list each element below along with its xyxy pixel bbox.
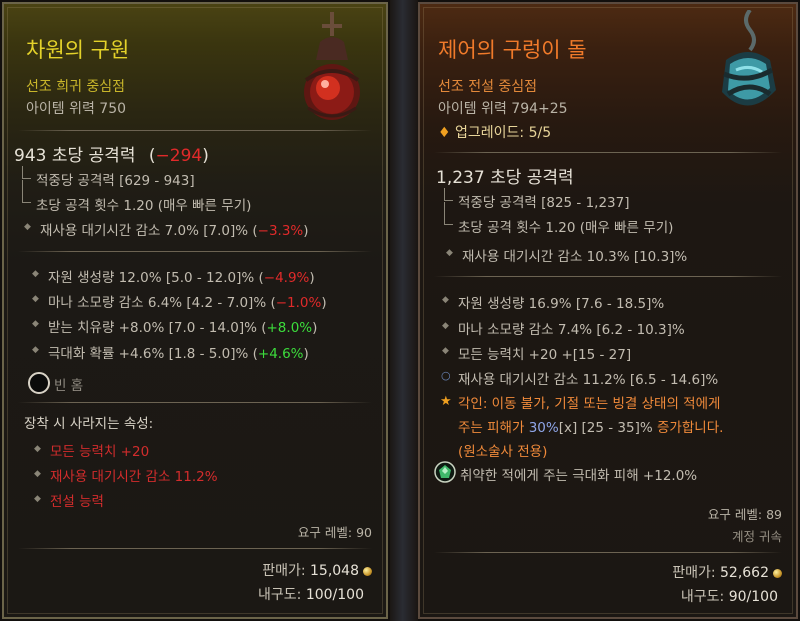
attack-speed: 초당 공격 횟수 1.20 (매우 빠른 무기) xyxy=(458,220,674,236)
item-rarity: 선조 희귀 중심점 xyxy=(26,79,126,95)
affix-line: 극대화 확률 +4.6% [1.8 - 5.0]% (+4.6%) xyxy=(48,346,309,362)
tooltip-equipped-item: 차원의 구원 선조 희귀 중심점 아이템 위력 750 943 초당 공격력 (… xyxy=(2,2,388,619)
affix-line: 모든 능력치 +20 +[15 - 27] xyxy=(458,347,632,363)
divider xyxy=(18,548,372,549)
gem-bonus: 취약한 적에게 주는 극대화 피해 +12.0% xyxy=(460,468,698,484)
divider xyxy=(434,276,782,277)
tooltip-hovered-item: 제어의 구렁이 돌 선조 전설 중심점 아이템 위력 794+25 ♦ 업그레이… xyxy=(418,2,798,619)
bullet-icon: ◆ xyxy=(446,248,453,258)
bullet-icon: ◆ xyxy=(34,494,41,504)
aspect-line: (원소술사 전용) xyxy=(458,444,548,460)
divider xyxy=(18,130,372,131)
account-bound: 계정 귀속 xyxy=(732,529,782,544)
implicit-diff: −3.3% xyxy=(257,223,304,239)
bullet-icon: ◆ xyxy=(442,346,449,356)
divider xyxy=(18,251,372,252)
durability: 내구도: 90/100 xyxy=(680,589,778,605)
empty-socket-icon xyxy=(28,372,50,394)
damage-per-hit: 적중당 공격력 [825 - 1,237] xyxy=(458,195,630,211)
item-rarity: 선조 전설 중심점 xyxy=(438,79,538,95)
implicit-affix: 재사용 대기시간 감소 10.3% [10.3]% xyxy=(462,249,688,265)
aspect-value: 30% xyxy=(528,420,559,436)
affix-line: 받는 치유량 +8.0% [7.0 - 14.0]% (+8.0%) xyxy=(48,320,318,336)
tree-connector xyxy=(22,180,31,203)
damage-per-hit: 적중당 공격력 [629 - 943] xyxy=(36,173,195,189)
required-level: 요구 레벨: 90 xyxy=(297,525,372,540)
aspect-star-icon: ★ xyxy=(440,394,452,409)
divider xyxy=(434,152,782,153)
affix-line: 마나 소모량 감소 6.4% [4.2 - 7.0]% (−1.0%) xyxy=(48,295,327,311)
dps-diff: −294 xyxy=(155,146,203,166)
upgrade-status: ♦ 업그레이드: 5/5 xyxy=(438,125,552,141)
item-name: 차원의 구원 xyxy=(26,38,130,62)
gold-coin-icon xyxy=(773,568,782,578)
tempered-ring-icon: ○ xyxy=(441,369,451,382)
affix-line: 자원 생성량 12.0% [5.0 - 12.0]% (−4.9%) xyxy=(48,270,315,286)
dps-line: 1,237 초당 공격력 xyxy=(436,168,574,188)
bullet-icon: ◆ xyxy=(32,345,39,355)
socket-label: 빈 홈 xyxy=(54,378,84,394)
divider xyxy=(18,402,372,403)
upgrade-diamond-icon: ♦ xyxy=(438,125,451,141)
item-name: 제어의 구렁이 돌 xyxy=(438,38,587,62)
bullet-icon: ◆ xyxy=(32,319,39,329)
required-level: 요구 레벨: 89 xyxy=(707,507,782,522)
dps-value: 943 초당 공격력 xyxy=(14,146,136,166)
lost-affix: 재사용 대기시간 감소 11.2% xyxy=(50,469,218,485)
aspect-line: 각인: 이동 불가, 기절 또는 빙결 상태의 적에게 xyxy=(458,396,721,412)
bullet-icon: ◆ xyxy=(34,444,41,454)
bullet-icon: ◆ xyxy=(442,321,449,331)
sell-price: 판매가: 52,662 xyxy=(672,562,782,582)
implicit-affix: 재사용 대기시간 감소 7.0% [7.0]% (−3.3%) xyxy=(40,223,309,239)
aspect-line: 주는 피해가 30%[x] [25 - 35]% 증가합니다. xyxy=(458,420,724,436)
affix-line: 마나 소모량 감소 7.4% [6.2 - 10.3]% xyxy=(458,322,685,338)
serpent-stone-icon xyxy=(722,10,776,106)
dps-line: 943 초당 공격력 (−294) xyxy=(14,146,209,166)
bullet-icon: ◆ xyxy=(24,222,31,232)
lost-affix: 모든 능력치 +20 xyxy=(50,444,150,460)
durability: 내구도: 100/100 xyxy=(258,587,364,603)
tree-connector xyxy=(22,166,31,179)
bullet-icon: ◆ xyxy=(32,294,39,304)
affix-line: 재사용 대기시간 감소 11.2% [6.5 - 14.6]% xyxy=(458,372,719,388)
item-power: 아이템 위력 794+25 xyxy=(438,101,568,117)
emerald-gem-icon xyxy=(434,461,456,483)
background-gap xyxy=(390,0,418,621)
bullet-icon: ◆ xyxy=(442,295,449,305)
bullet-icon: ◆ xyxy=(34,469,41,479)
divider xyxy=(434,552,782,553)
tree-connector xyxy=(444,202,453,225)
lost-affixes-header: 장착 시 사라지는 속성: xyxy=(24,416,154,432)
focus-orb-icon xyxy=(304,12,360,120)
sell-price: 판매가: 15,048 xyxy=(262,560,372,580)
bullet-icon: ◆ xyxy=(32,269,39,279)
lost-affix: 전설 능력 xyxy=(50,494,104,510)
item-power: 아이템 위력 750 xyxy=(26,101,127,117)
gold-coin-icon xyxy=(363,566,372,576)
attack-speed: 초당 공격 횟수 1.20 (매우 빠른 무기) xyxy=(36,198,252,214)
tree-connector xyxy=(444,188,453,201)
affix-line: 자원 생성량 16.9% [7.6 - 18.5]% xyxy=(458,296,665,312)
